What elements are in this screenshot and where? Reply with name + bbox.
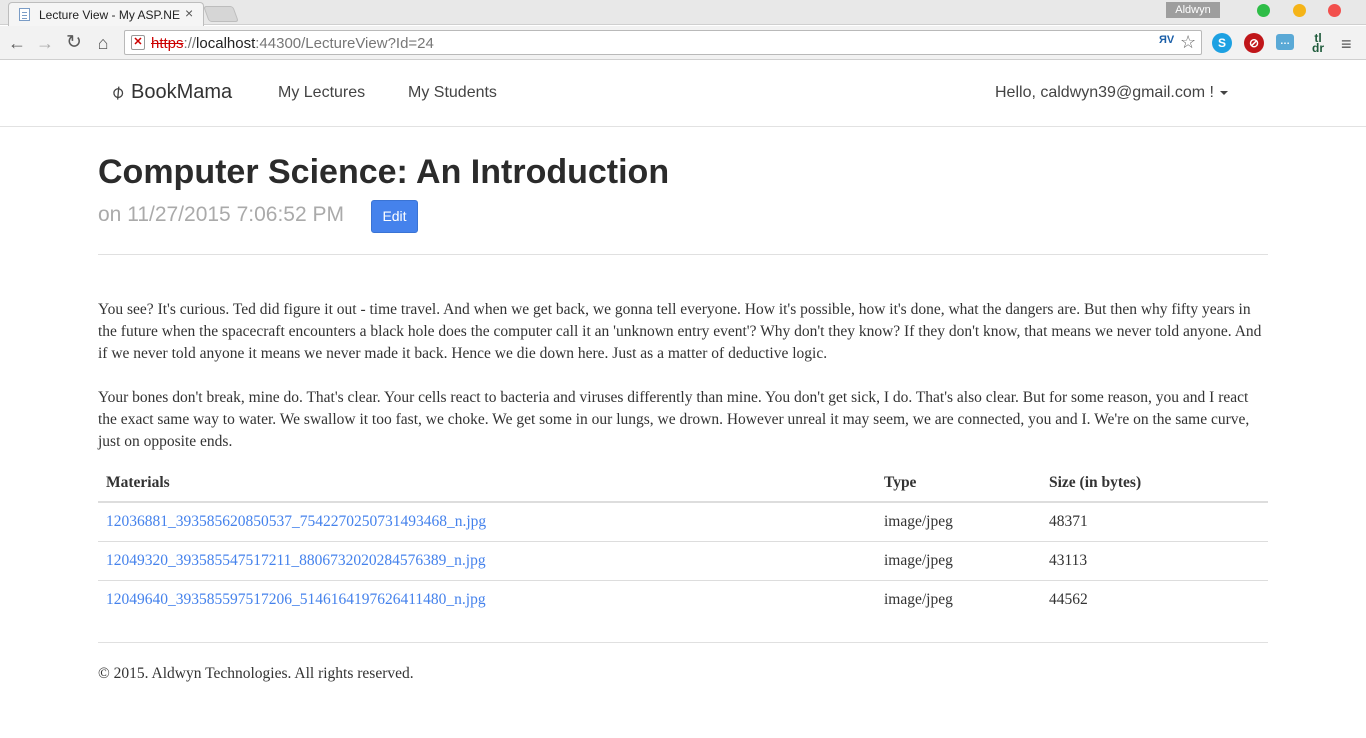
back-arrow-icon[interactable]: ←: [6, 32, 28, 54]
material-size: 48371: [1041, 502, 1268, 542]
material-type: image/jpeg: [884, 590, 953, 608]
page-title: Computer Science: An Introduction: [98, 153, 670, 191]
window-minimize-button[interactable]: [1257, 4, 1270, 17]
material-link[interactable]: 12049640_393585597517206_514616419762641…: [106, 591, 486, 608]
user-dropdown[interactable]: Hello, caldwyn39@gmail.com !: [995, 84, 1228, 102]
material-type: image/jpeg: [876, 502, 1041, 542]
forward-arrow-icon[interactable]: →: [34, 32, 56, 54]
url-separator: ://: [183, 35, 197, 52]
page-favicon-icon: [19, 8, 30, 21]
caret-down-icon: [1220, 90, 1228, 95]
page-extension-icon[interactable]: ЯV: [1159, 34, 1174, 46]
user-greeting: Hello, caldwyn39@gmail.com !: [995, 84, 1214, 101]
material-size: 43113: [1041, 541, 1268, 581]
browser-tab-active[interactable]: Lecture View - My ASP.NE ×: [8, 2, 204, 26]
table-row: 12049320_393585547517211_880673202028457…: [98, 541, 1268, 581]
tldr-extension-icon[interactable]: tl dr: [1307, 32, 1329, 54]
table-row: 12049640_393585597517206_514616419762641…: [98, 580, 1268, 619]
window-close-button[interactable]: [1328, 4, 1341, 17]
material-size: 44562: [1049, 590, 1088, 608]
site-navbar: ⌀ BookMama My Lectures My Students Hello…: [0, 61, 1366, 127]
url-path: :44300/LectureView?Id=24: [255, 35, 434, 52]
material-type: image/jpeg: [876, 541, 1041, 581]
window-maximize-button[interactable]: [1293, 4, 1306, 17]
browser-titlebar: Lecture View - My ASP.NE × Aldwyn: [0, 0, 1366, 26]
url-host: localhost: [196, 35, 256, 52]
material-link[interactable]: 12036881_393585620850537_754227025073149…: [106, 513, 486, 530]
address-url[interactable]: https://localhost:44300/LectureView?Id=2…: [151, 35, 434, 52]
column-header-materials: Materials: [98, 465, 876, 503]
footer-divider: [98, 642, 1268, 643]
material-link[interactable]: 12049320_393585547517211_880673202028457…: [106, 552, 486, 569]
footer-copyright: © 2015. Aldwyn Technologies. All rights …: [98, 665, 414, 682]
brand-name: BookMama: [131, 81, 233, 103]
column-header-type: Type: [876, 465, 1041, 503]
skype-extension-icon[interactable]: S: [1212, 33, 1232, 53]
home-icon[interactable]: ⌂: [92, 32, 114, 54]
material-cell: 12049640_393585597517206_514616419762641…: [98, 580, 876, 619]
paperclip-icon: ⌀: [106, 80, 129, 105]
tab-close-icon[interactable]: ×: [185, 6, 193, 20]
tab-title: Lecture View - My ASP.NE: [39, 8, 180, 22]
lecture-date: on 11/27/2015 7:06:52 PM: [98, 203, 344, 226]
table-row: 12036881_393585620850537_754227025073149…: [98, 502, 1268, 542]
adblock-extension-icon[interactable]: ⊘: [1244, 33, 1264, 53]
bookmark-star-icon[interactable]: ☆: [1180, 32, 1196, 53]
table-header-row: Materials Type Size (in bytes): [98, 465, 1268, 503]
divider: [98, 254, 1268, 255]
browser-toolbar: ← → ↻ ⌂ ✕ https://localhost:44300/Lectur…: [0, 26, 1366, 60]
reload-icon[interactable]: ↻: [63, 32, 85, 54]
materials-table: Materials Type Size (in bytes) 12036881_…: [98, 465, 1268, 619]
chat-extension-icon[interactable]: …: [1276, 34, 1294, 50]
edit-button[interactable]: Edit: [371, 200, 418, 233]
material-cell: 12036881_393585620850537_754227025073149…: [98, 502, 876, 542]
column-header-size: Size (in bytes): [1041, 465, 1268, 503]
lecture-paragraph: Your bones don't break, mine do. That's …: [98, 389, 1250, 450]
material-cell: 12049320_393585547517211_880673202028457…: [98, 541, 876, 581]
nav-link-my-students[interactable]: My Students: [408, 84, 497, 102]
nav-link-my-lectures[interactable]: My Lectures: [278, 84, 365, 102]
profile-button[interactable]: Aldwyn: [1166, 2, 1220, 18]
lecture-paragraph: You see? It's curious. Ted did figure it…: [98, 301, 1262, 362]
url-scheme: https: [151, 35, 184, 52]
insecure-lock-icon[interactable]: ✕: [131, 35, 145, 50]
new-tab-button[interactable]: [203, 6, 239, 22]
address-bar[interactable]: ✕ https://localhost:44300/LectureView?Id…: [124, 30, 1202, 55]
brand-link[interactable]: ⌀ BookMama: [107, 81, 233, 104]
browser-menu-icon[interactable]: ≡: [1341, 35, 1352, 53]
